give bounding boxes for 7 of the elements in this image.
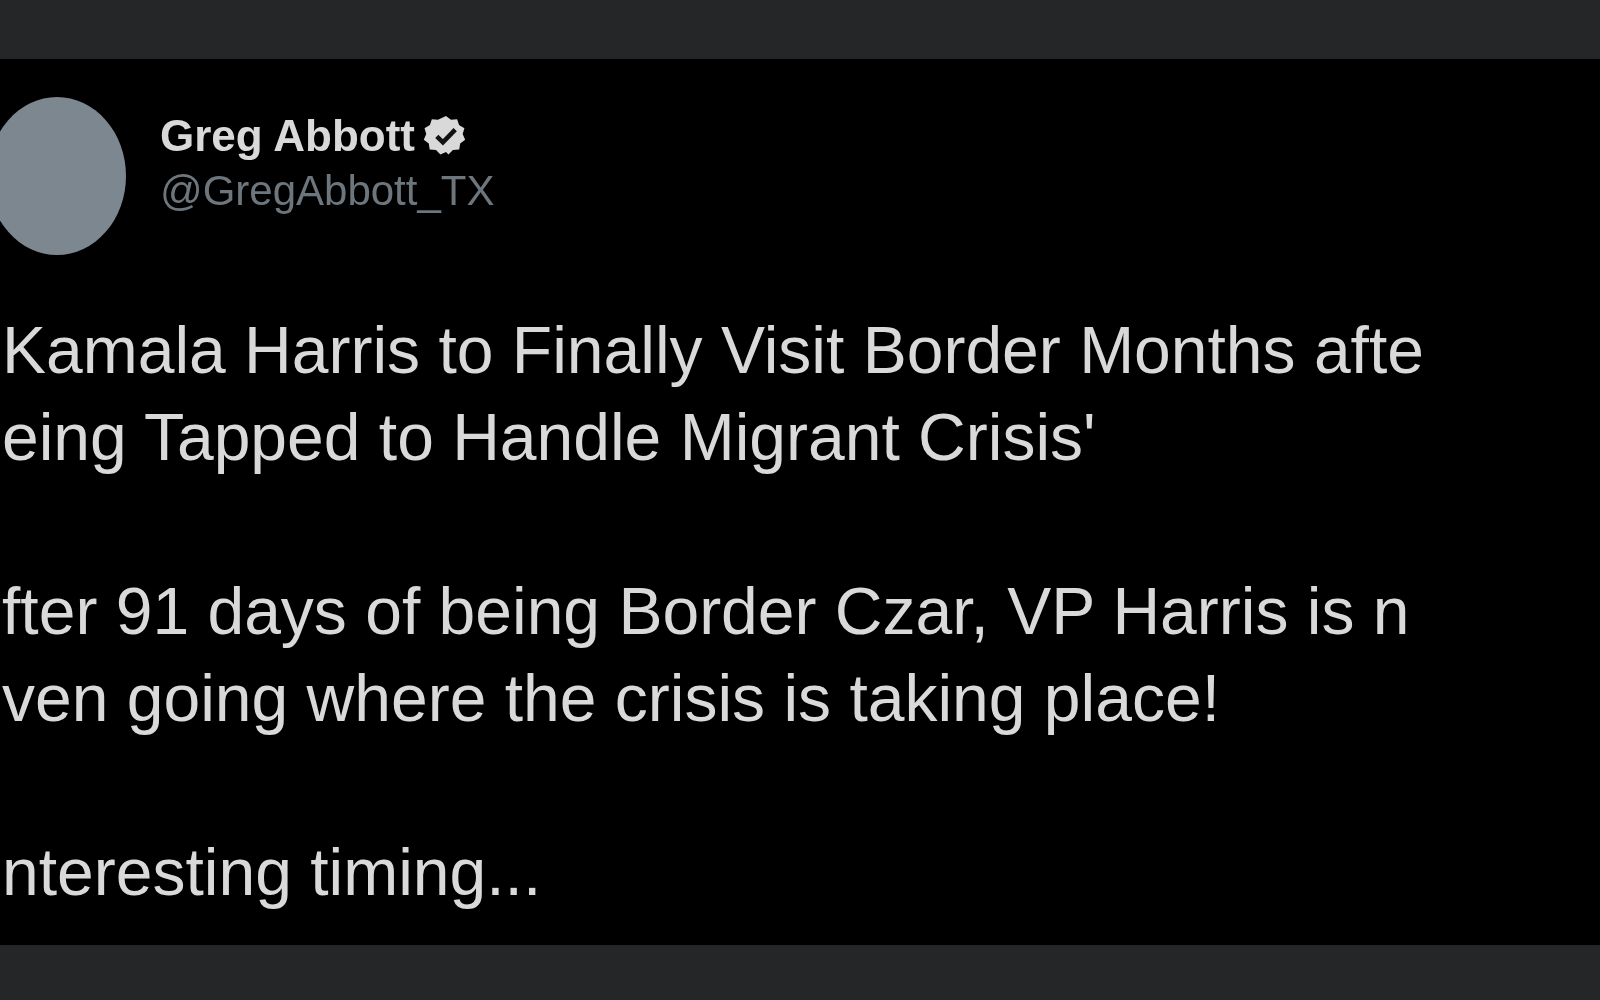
author-handle[interactable]: @GregAbbott_TX: [160, 167, 495, 215]
tweet-text-line: Kamala Harris to Finally Visit Border Months afte: [1, 312, 1424, 389]
tweet-text-line: ven going where the crisis is taking place!: [1, 660, 1220, 737]
author-name[interactable]: Greg Abbott: [160, 111, 415, 161]
tweet-text-line: fter 91 days of being Border Czar, VP Harris is n: [1, 573, 1410, 650]
tweet-text-line: eing Tapped to Handle Migrant Crisis': [1, 399, 1096, 476]
tweet-text-line: nteresting timing...: [1, 834, 542, 911]
